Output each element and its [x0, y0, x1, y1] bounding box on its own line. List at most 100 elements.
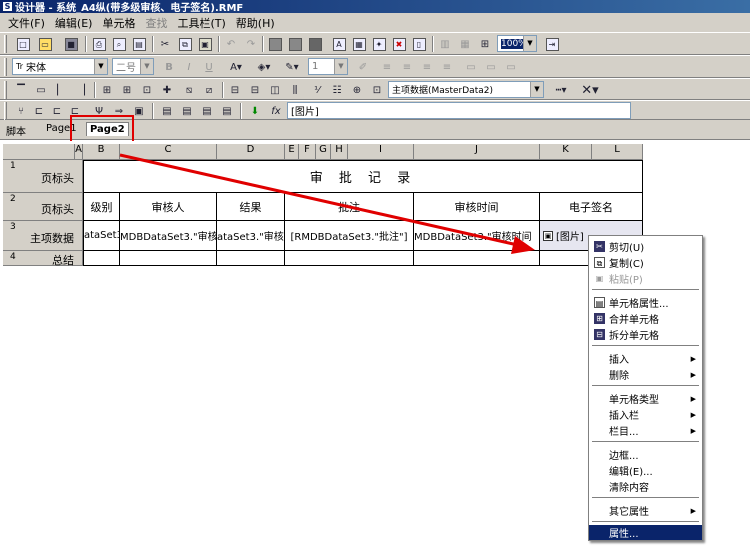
align-right-icon[interactable]: ≡: [418, 58, 436, 76]
toolbar-grip[interactable]: [4, 102, 7, 120]
confirm-icon[interactable]: ⬇: [246, 102, 264, 120]
header-cell-reviewer[interactable]: 审核人: [120, 193, 217, 221]
header-cell-level[interactable]: 级别: [83, 193, 120, 221]
column-header-g[interactable]: G: [316, 144, 331, 160]
menu-item-insert[interactable]: 插入 ▶: [589, 351, 702, 367]
menu-find[interactable]: 查找: [140, 15, 172, 31]
chevron-down-icon[interactable]: ▼: [334, 59, 347, 74]
report-title-cell[interactable]: 审 批 记 录: [83, 160, 643, 193]
row-header-2[interactable]: 2 页标头: [3, 193, 83, 221]
align-bottom-icon[interactable]: ▭: [502, 58, 520, 76]
undo-icon[interactable]: ↶: [222, 35, 240, 53]
menu-item-cell-properties[interactable]: ▤ 单元格属性...: [589, 295, 702, 310]
data-cell-comment[interactable]: [RMDBDataSet3."批注"]: [285, 221, 414, 251]
corner-header[interactable]: [3, 144, 75, 160]
menu-item-other-properties[interactable]: 其它属性 ▶: [589, 503, 702, 519]
toolbar-grip[interactable]: [4, 58, 7, 76]
justify-icon[interactable]: ≡: [438, 58, 456, 76]
menu-item-split-cells[interactable]: ⊟ 拆分单元格: [589, 327, 702, 342]
align-center-icon[interactable]: ≡: [398, 58, 416, 76]
cells-icon[interactable]: ⊞: [476, 35, 494, 53]
redo-icon[interactable]: ↷: [242, 35, 260, 53]
delete-icon[interactable]: ✖: [390, 35, 408, 53]
font-size-select[interactable]: 二号 ▼: [112, 58, 154, 75]
summary-cell[interactable]: [83, 251, 120, 266]
column-header-k[interactable]: K: [540, 144, 592, 160]
column-header-f[interactable]: F: [299, 144, 316, 160]
copy-icon[interactable]: ⧉: [176, 35, 194, 53]
column-header-j[interactable]: J: [414, 144, 540, 160]
band-header-icon[interactable]: ▤: [158, 102, 176, 120]
insert-text-icon[interactable]: A: [330, 35, 348, 53]
paste-icon[interactable]: ▣: [196, 35, 214, 53]
data-cell-result[interactable]: ataSet3."审核: [217, 221, 285, 251]
border-plus-icon[interactable]: ✚: [158, 81, 176, 99]
menu-item-insert-band[interactable]: 插入栏 ▶: [589, 407, 702, 423]
row-header-3[interactable]: 3 主项数据: [3, 221, 83, 251]
tab-script[interactable]: 脚本: [6, 123, 26, 138]
row-header-1[interactable]: 1 页标头: [3, 160, 83, 193]
insert-table-icon[interactable]: ▦: [350, 35, 368, 53]
column-header-c[interactable]: C: [120, 144, 217, 160]
summary-cell[interactable]: [217, 251, 285, 266]
frame-right-icon[interactable]: ▕: [72, 81, 90, 99]
column-header-d[interactable]: D: [217, 144, 285, 160]
diagonal-down-icon[interactable]: ⧅: [180, 81, 198, 99]
menu-item-properties[interactable]: 属性...: [589, 525, 702, 540]
close-icon[interactable]: ✕▾: [578, 81, 602, 99]
menu-help[interactable]: 帮助(H): [231, 15, 280, 31]
brush-icon[interactable]: ✐: [354, 58, 372, 76]
menu-item-clear-contents[interactable]: 清除内容: [589, 479, 702, 494]
header-cell-signature[interactable]: 电子签名: [540, 193, 643, 221]
header-cell-result[interactable]: 结果: [217, 193, 285, 221]
frame-left-icon[interactable]: ▏: [52, 81, 70, 99]
chevron-down-icon[interactable]: ▼: [530, 82, 543, 97]
tree-edit-icon[interactable]: ⊏: [48, 102, 66, 120]
frame-all-icon[interactable]: ▭: [32, 81, 50, 99]
fill-color-icon[interactable]: ◈▾: [252, 58, 276, 76]
grid-icon[interactable]: ▦: [456, 35, 474, 53]
same-size-icon[interactable]: ◫: [266, 81, 284, 99]
send-back-icon[interactable]: [286, 35, 304, 53]
align-left-icon[interactable]: ≡: [378, 58, 396, 76]
chevron-down-icon[interactable]: ▼: [140, 59, 153, 74]
border-outer-icon[interactable]: ⊞: [118, 81, 136, 99]
column-header-a[interactable]: A: [75, 144, 83, 160]
menu-item-delete[interactable]: 删除 ▶: [589, 367, 702, 383]
menu-edit[interactable]: 编辑(E): [50, 15, 98, 31]
page-setup-icon[interactable]: ▤: [130, 35, 148, 53]
print-preview-icon[interactable]: ⌕: [110, 35, 128, 53]
underline-icon[interactable]: U: [200, 58, 218, 76]
space-icon[interactable]: ⫼: [286, 81, 304, 99]
column-header-i[interactable]: I: [348, 144, 414, 160]
menu-item-copy[interactable]: ⧉ 复制(C): [589, 255, 702, 270]
summary-cell[interactable]: [414, 251, 540, 266]
border-inner-icon[interactable]: ⊡: [138, 81, 156, 99]
new-icon[interactable]: □: [14, 35, 32, 53]
line-style-icon[interactable]: ┅▾: [548, 81, 574, 99]
data-cell-review-time[interactable]: MDBDataSet3."审核时间: [414, 221, 540, 251]
cut-icon[interactable]: ✂: [156, 35, 174, 53]
column-header-h[interactable]: H: [331, 144, 348, 160]
group-icon[interactable]: [306, 35, 324, 53]
font-color-icon[interactable]: A▾: [224, 58, 248, 76]
toolbar-grip[interactable]: [4, 81, 7, 99]
number-format-icon[interactable]: ⅟: [308, 81, 326, 99]
column-header-b[interactable]: B: [83, 144, 120, 160]
header-cell-comment[interactable]: 批注: [285, 193, 414, 221]
band-summary-icon[interactable]: ▤: [218, 102, 236, 120]
same-width-icon[interactable]: ⊟: [246, 81, 264, 99]
column-header-l[interactable]: L: [592, 144, 643, 160]
menu-item-paste[interactable]: ▣ 粘贴(P): [589, 271, 702, 286]
italic-icon[interactable]: I: [180, 58, 198, 76]
row-header-4[interactable]: 4 总结: [3, 251, 83, 267]
menu-toolbar[interactable]: 工具栏(T): [172, 15, 230, 31]
frame-top-icon[interactable]: ▔: [12, 81, 30, 99]
tree-icon[interactable]: ⑂: [12, 102, 30, 120]
line-width-select[interactable]: 1 ▼: [308, 58, 348, 75]
chevron-down-icon[interactable]: ▼: [523, 36, 536, 51]
align-middle-icon[interactable]: ▭: [482, 58, 500, 76]
menu-item-band[interactable]: 栏目... ▶: [589, 423, 702, 439]
diagonal-up-icon[interactable]: ⧄: [200, 81, 218, 99]
exit-icon[interactable]: ⇥: [543, 35, 561, 53]
